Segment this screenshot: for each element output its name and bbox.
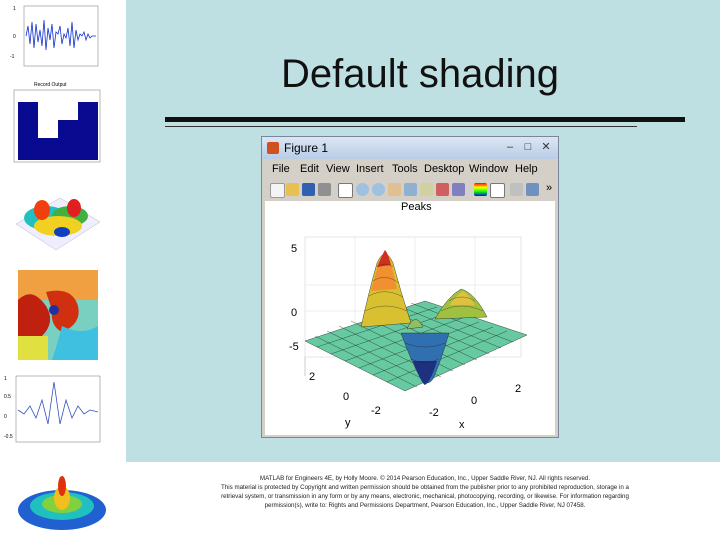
save-icon[interactable] [302, 183, 315, 196]
menu-window[interactable]: Window [469, 163, 508, 175]
figure-menubar: File Edit View Insert Tools Desktop Wind… [262, 161, 558, 179]
x-axis-label: x [459, 419, 465, 431]
hide-icon[interactable] [510, 183, 523, 196]
menu-desktop[interactable]: Desktop [424, 163, 464, 175]
minimize-icon[interactable]: – [502, 140, 518, 154]
x-tick: -2 [429, 407, 439, 419]
link-icon[interactable] [452, 183, 465, 196]
copyright-footer: MATLAB for Engineers 4E, by Holly Moore.… [180, 474, 670, 510]
y-tick: 2 [309, 371, 316, 383]
x-tick: 2 [515, 383, 522, 395]
matlab-icon [267, 142, 279, 154]
left-thumbnail-strip: 1 0 -1 Record Output 1 0.5 0 -0.5 [0, 0, 126, 540]
sinc-thumb-svg [15, 375, 101, 443]
footer-line: This material is protected by Copyright … [221, 484, 629, 491]
figure-window[interactable]: Figure 1 – □ ✕ File Edit View Insert Too… [261, 136, 559, 438]
thumb-surface-3d [8, 170, 104, 256]
menu-edit[interactable]: Edit [300, 163, 319, 175]
figure-titlebar[interactable]: Figure 1 – □ ✕ [262, 137, 558, 159]
thumb-sinc-plot: 1 0.5 0 -0.5 [4, 374, 102, 450]
z-tick: -5 [289, 341, 299, 353]
signal-plot-svg [23, 5, 99, 67]
z-tick: 0 [291, 307, 298, 319]
thumb1-ytick: 1 [13, 6, 16, 12]
title-rule-thick [165, 117, 685, 122]
datacursor-icon[interactable] [420, 183, 433, 196]
thumb1-ytick: -1 [10, 54, 15, 60]
thumb5-ytick: -0.5 [4, 434, 13, 440]
close-icon[interactable]: ✕ [538, 140, 554, 154]
print-icon[interactable] [318, 183, 331, 196]
thumb2-caption: Record Output [34, 82, 67, 88]
menu-view[interactable]: View [326, 163, 350, 175]
arrow-icon[interactable] [338, 183, 353, 198]
new-icon[interactable] [270, 183, 285, 198]
y-tick: 0 [343, 391, 350, 403]
slide-title: Default shading [281, 52, 559, 96]
y-axis-label: y [345, 417, 351, 429]
maximize-icon[interactable]: □ [520, 140, 536, 154]
colorbar-icon[interactable] [474, 183, 487, 196]
menu-insert[interactable]: Insert [356, 163, 384, 175]
thumb5-ytick: 1 [4, 376, 7, 382]
footer-line: retrieval system, or transmission in any… [221, 493, 629, 500]
wave-thumb-svg [18, 476, 106, 530]
menu-tools[interactable]: Tools [392, 163, 418, 175]
zoom-out-icon[interactable] [372, 183, 385, 196]
y-tick: -2 [371, 405, 381, 417]
thumb5-ytick: 0.5 [4, 394, 11, 400]
peaks-surface-svg [304, 236, 528, 392]
thumb-fractal-image [12, 266, 100, 364]
x-tick: 0 [471, 395, 478, 407]
title-rule-thin [165, 126, 637, 127]
menu-help[interactable]: Help [515, 163, 538, 175]
footer-line: MATLAB for Engineers 4E, by Holly Moore.… [259, 475, 591, 482]
chevron-icon[interactable]: » [546, 182, 552, 194]
pan-icon[interactable] [388, 183, 401, 196]
dock-icon[interactable] [526, 183, 539, 196]
legend-icon[interactable] [490, 183, 505, 198]
thumb5-ytick: 0 [4, 414, 7, 420]
figure-toolbar: » [262, 181, 558, 199]
thumb-signal-plot: 1 0 -1 [10, 4, 100, 70]
histogram-svg [13, 89, 101, 163]
fractal-thumb-svg [18, 270, 98, 360]
axes-area[interactable]: Peaks 5 0 -5 2 0 -2 y 2 0 -2 x [265, 201, 555, 435]
rotate-icon[interactable] [404, 183, 417, 196]
footer-line: permission(s), write to: Rights and Perm… [264, 502, 586, 509]
brush-icon[interactable] [436, 183, 449, 196]
zoom-in-icon[interactable] [356, 183, 369, 196]
menu-file[interactable]: File [272, 163, 290, 175]
thumb-wave-surface [14, 460, 110, 536]
thumb1-ytick: 0 [13, 34, 16, 40]
open-icon[interactable] [286, 183, 299, 196]
surface-thumb-svg [15, 197, 101, 251]
figure-window-title: Figure 1 [284, 141, 329, 155]
z-tick: 5 [291, 243, 298, 255]
thumb-histogram: Record Output [4, 82, 102, 166]
